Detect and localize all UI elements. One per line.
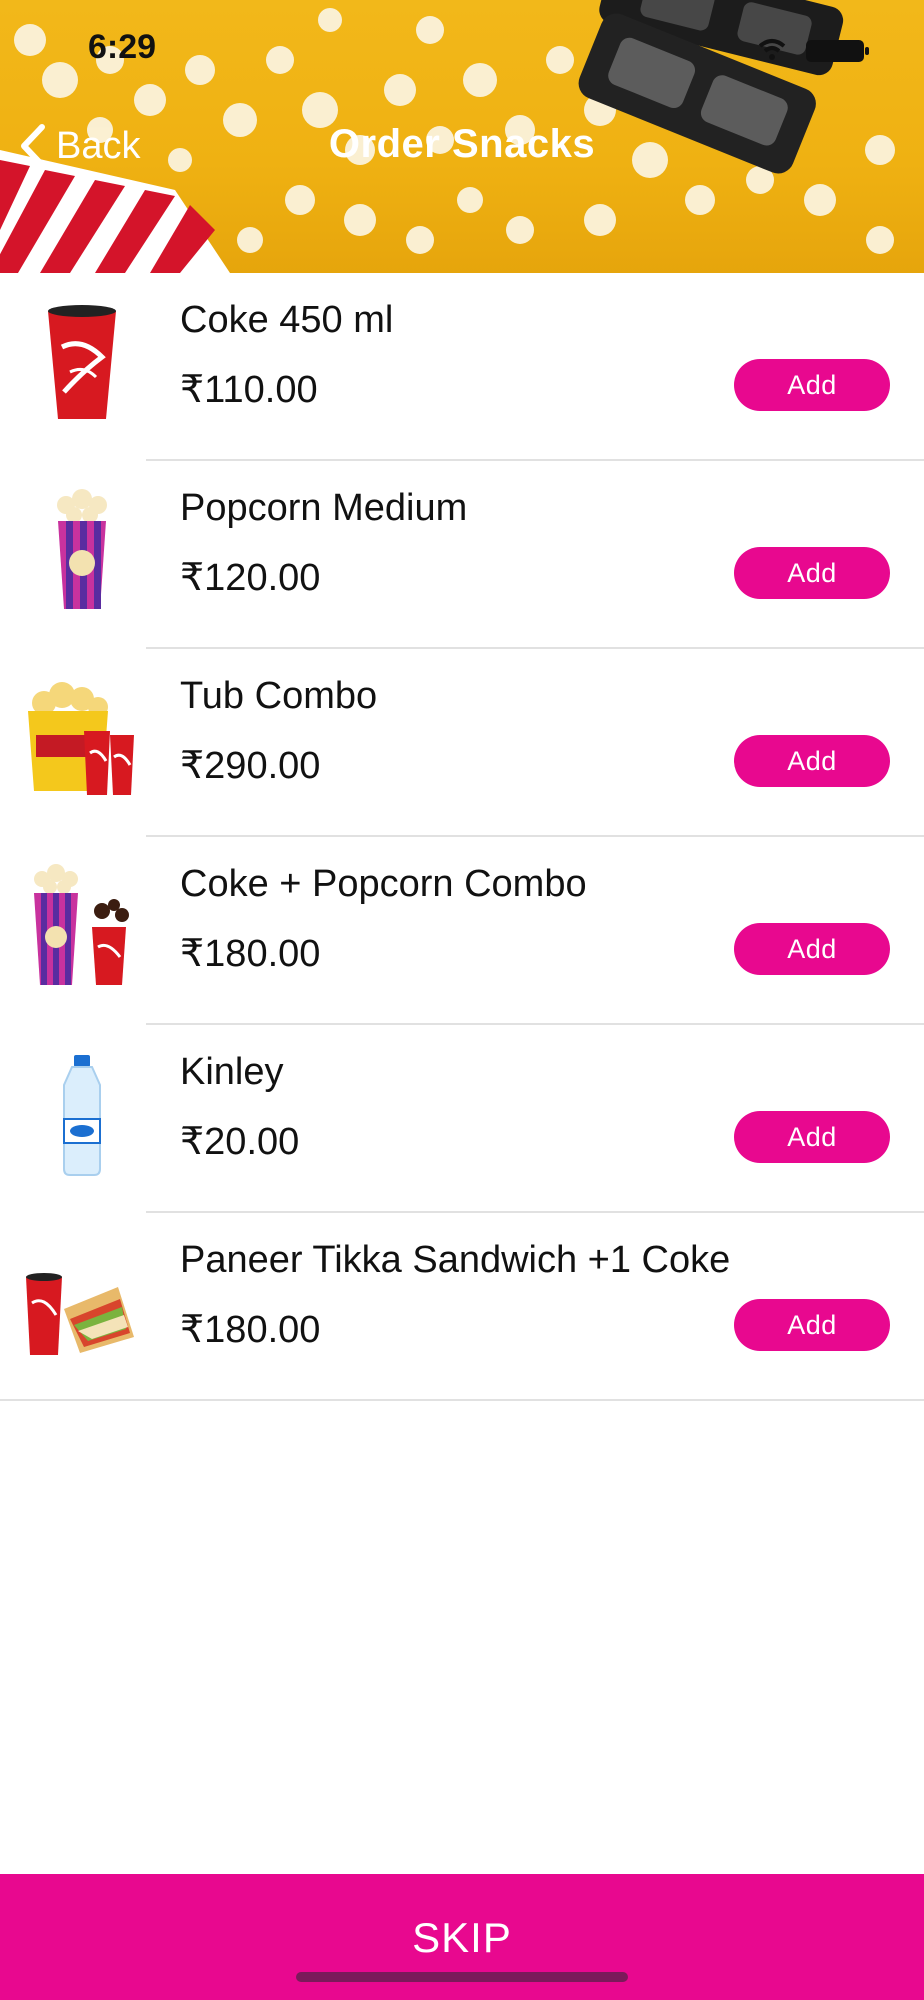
skip-label: SKIP [412,1914,512,1961]
water-bottle-image [63,1055,101,1176]
page-title: Order Snacks [328,122,596,166]
coke-and-sandwich-image [26,1273,134,1355]
list-item: Popcorn Medium ₹120.00 Add [0,461,924,649]
popcorn-and-coke-image [34,864,129,985]
item-price: ₹180.00 [180,1309,321,1351]
list-item: Coke + Popcorn Combo ₹180.00 Add [0,837,924,1025]
add-button[interactable]: Add [734,1111,890,1163]
list-item: Coke 450 ml ₹110.00 Add [0,273,924,461]
home-indicator [296,1972,628,1982]
snack-list: Coke 450 ml ₹110.00 Add Popcorn Medium ₹… [0,273,924,1401]
add-button[interactable]: Add [734,547,890,599]
popcorn-tub-combo-image [28,682,134,795]
list-item: Tub Combo ₹290.00 Add [0,649,924,837]
popcorn-box-image [57,489,107,609]
status-time: 6:29 [88,28,157,66]
item-name: Paneer Tikka Sandwich +1 Coke [180,1239,731,1281]
item-price: ₹290.00 [180,745,321,787]
list-item: Kinley ₹20.00 Add [0,1025,924,1213]
add-button[interactable]: Add [734,1299,890,1351]
coke-cup-image [48,305,116,419]
item-price: ₹110.00 [180,369,318,411]
item-name: Coke 450 ml [180,299,394,341]
item-name: Tub Combo [180,675,378,717]
add-button[interactable]: Add [734,359,890,411]
divider [0,1399,924,1401]
list-item: Paneer Tikka Sandwich +1 Coke ₹180.00 Ad… [0,1213,924,1401]
battery-icon [806,40,869,62]
item-price: ₹20.00 [180,1121,300,1163]
add-button[interactable]: Add [734,923,890,975]
header-banner: 6:29 Back Order Snacks [0,0,924,273]
status-icons [758,39,869,62]
item-name: Popcorn Medium [180,487,468,529]
item-price: ₹120.00 [180,557,321,599]
wifi-icon [758,39,786,60]
item-price: ₹180.00 [180,933,321,975]
add-button[interactable]: Add [734,735,890,787]
item-name: Kinley [180,1051,284,1093]
item-name: Coke + Popcorn Combo [180,863,587,905]
